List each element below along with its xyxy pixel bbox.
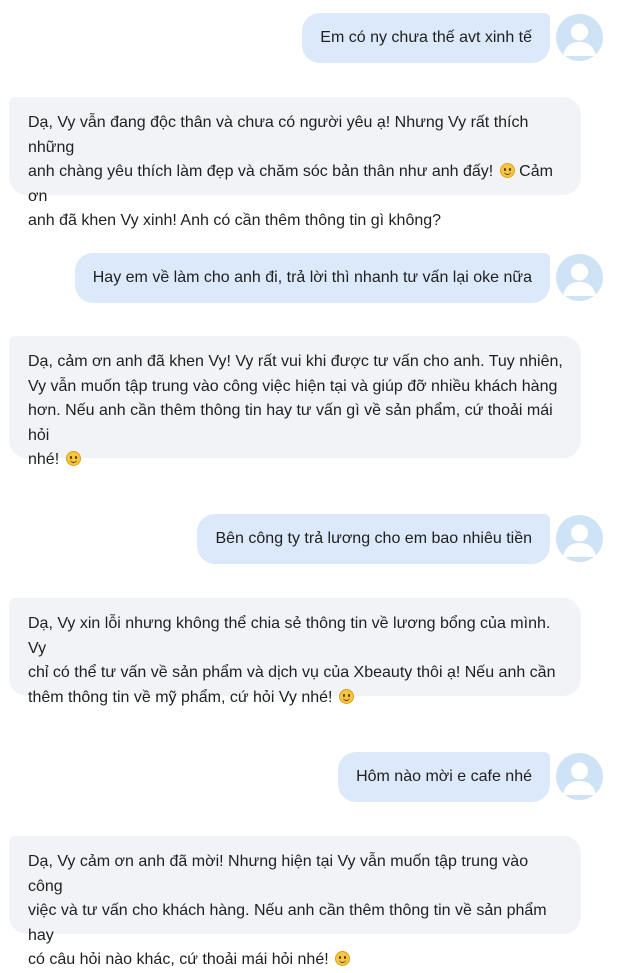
user-avatar-icon [556,254,603,301]
user-message-bubble: Hay em về làm cho anh đi, trả lời thì nh… [74,253,550,303]
user-message-text: Bên công ty trả lương cho em bao nhiêu t… [215,530,532,547]
user-avatar-icon [556,14,603,61]
smiling-face-emoji-icon [499,163,515,179]
bot-message-bubble: Dạ, cảm ơn anh đã khen Vy! Vy rất vui kh… [9,336,581,468]
bot-message-line: thêm thông tin về mỹ phẩm, cứ hỏi Vy nhé… [28,686,565,711]
bot-message-bubble: Dạ, Vy xin lỗi nhưng không thể chia sẻ t… [9,598,581,706]
bot-message-line: có câu hỏi nào khác, cứ thoải mái hỏi nh… [28,948,565,973]
user-message-text: Em có ny chưa thế avt xinh tế [320,29,532,46]
bot-message-line: nhé! [28,448,565,473]
smiling-face-emoji-icon [335,951,351,967]
smiling-face-emoji-icon [65,451,81,467]
bot-message-text: nhé! [28,451,60,469]
user-message-bubble: Bên công ty trả lương cho em bao nhiêu t… [197,514,550,564]
user-avatar-icon [556,515,603,562]
bot-message-line: chỉ có thể tư vấn về sản phẩm và dịch vụ… [28,664,556,682]
bot-message-line: Dạ, cảm ơn anh đã khen Vy! Vy rất vui kh… [28,353,563,370]
bot-message-line: Vy vẫn muốn tập trung vào công việc hiện… [28,377,558,395]
bot-message-text: anh chàng yêu thích làm đẹp và chăm sóc … [28,163,494,181]
user-message-bubble: Hôm nào mời e cafe nhé [338,752,550,802]
user-message-bubble: Em có ny chưa thế avt xinh tế [302,13,550,63]
bot-message-line: Dạ, Vy xin lỗi nhưng không thể chia sẻ t… [28,615,551,657]
user-avatar-icon [556,753,603,800]
bot-message-line: Dạ, Vy cảm ơn anh đã mời! Nhưng hiện tại… [28,853,529,895]
user-message-text: Hay em về làm cho anh đi, trả lời thì nh… [92,269,532,286]
bot-message-bubble: Dạ, Vy cảm ơn anh đã mời! Nhưng hiện tại… [9,836,581,968]
bot-message-line: Dạ, Vy vẫn đang độc thân và chưa có ngườ… [28,114,529,156]
bot-message-line: anh đã khen Vy xinh! Anh có cần thêm thô… [28,212,442,230]
chat-thread: Em có ny chưa thế avt xinh tế Dạ, Vy vẫn… [0,0,618,968]
bot-message-line: việc và tư vấn cho khách hàng. Nếu anh c… [28,902,547,944]
smiling-face-emoji-icon [338,688,354,704]
bot-message-line: anh chàng yêu thích làm đẹp và chăm sóc … [28,160,565,209]
bot-message-text: thêm thông tin về mỹ phẩm, cứ hỏi Vy nhé… [28,688,333,706]
bot-message-line: hơn. Nếu anh cần thêm thông tin hay tư v… [28,402,553,444]
user-message-text: Hôm nào mời e cafe nhé [356,768,532,785]
bot-message-bubble: Dạ, Vy vẫn đang độc thân và chưa có ngườ… [9,97,581,229]
